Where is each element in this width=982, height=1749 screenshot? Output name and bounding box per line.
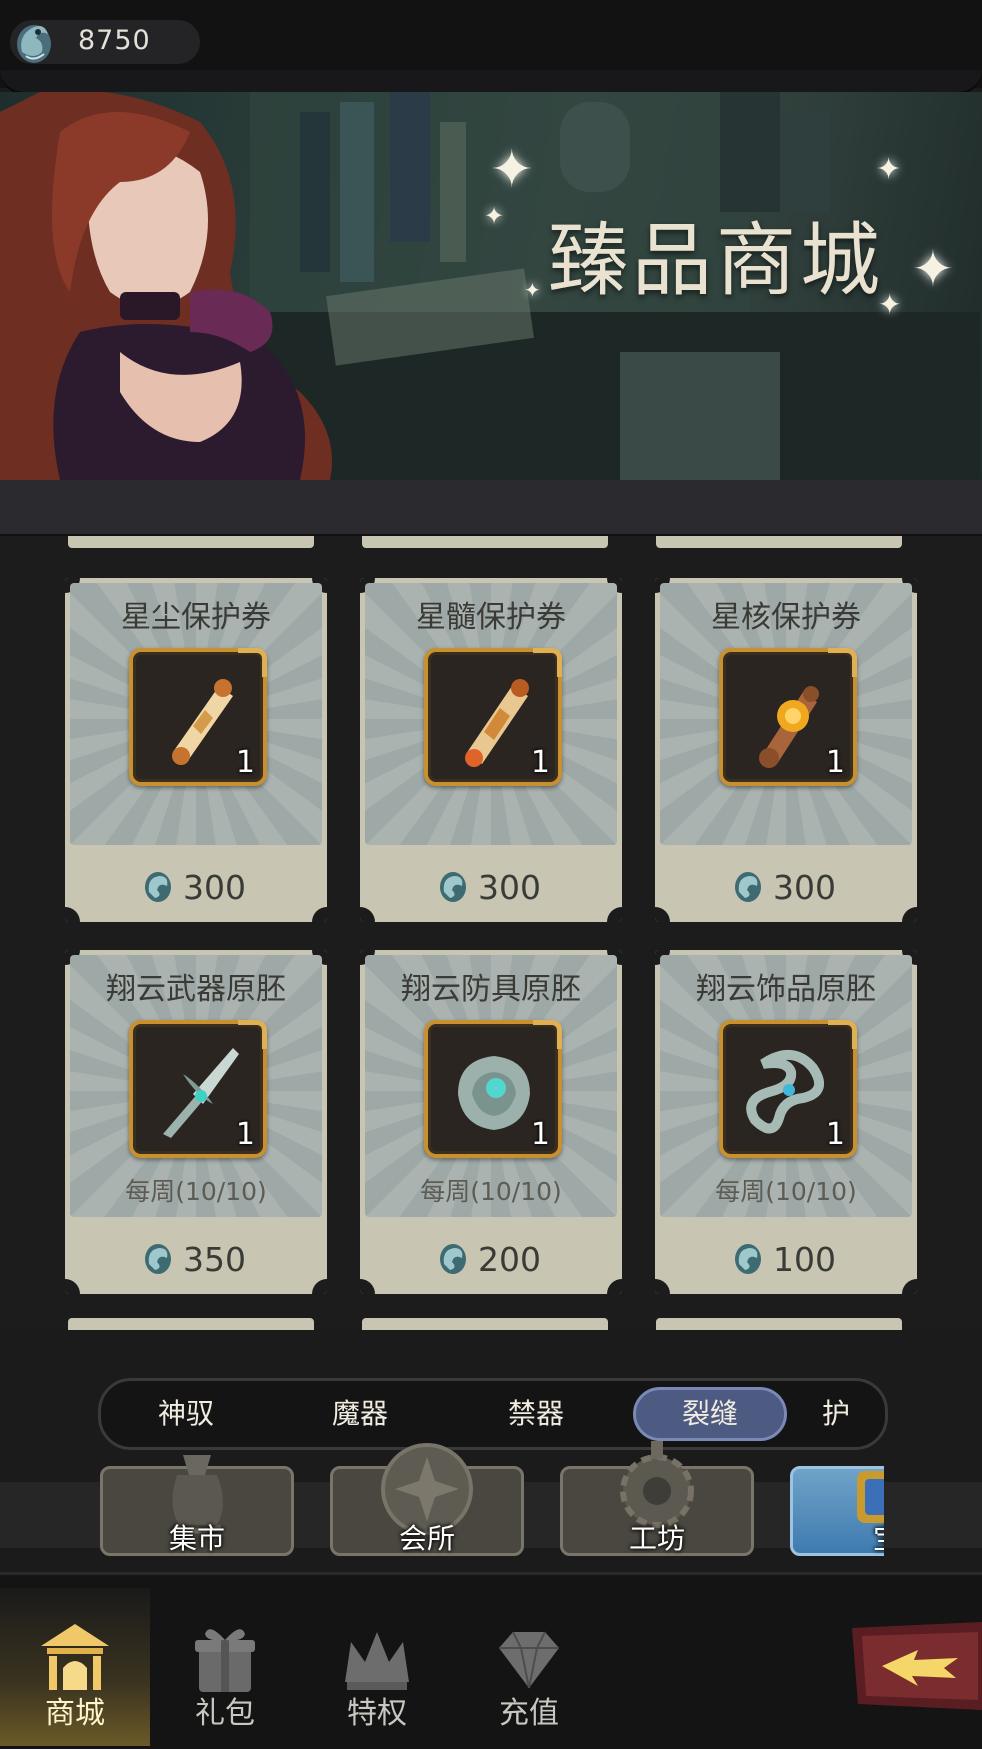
sparkle-icon: ✦: [524, 278, 541, 302]
item-quantity: 1: [825, 1117, 845, 1152]
top-bar: 8750: [0, 0, 982, 95]
item-quantity: 1: [530, 1117, 550, 1152]
nav-label: 特权: [347, 1696, 407, 1731]
nav-privilege[interactable]: 特权: [302, 1588, 452, 1746]
item-price: 100: [773, 1240, 836, 1279]
tab-label: 魔器: [331, 1397, 388, 1430]
card-peek-bottom: [656, 1318, 902, 1330]
dragon-coin-icon: [735, 872, 761, 902]
item-slot: 1: [424, 1020, 562, 1158]
card-peek-top: [656, 536, 902, 548]
item-name: 星髓保护券: [416, 600, 566, 635]
card-peek-top: [362, 536, 608, 548]
shop-item-card[interactable]: 星核保护券 1 300: [655, 578, 917, 922]
item-price: 300: [478, 868, 541, 907]
item-slot: 1: [719, 1020, 857, 1158]
tab-label: 护: [821, 1397, 850, 1430]
item-slot: 1: [129, 648, 267, 786]
shop-item-card[interactable]: 星尘保护券 1 300: [65, 578, 327, 922]
weekly-limit: 每周(10/10): [715, 1177, 857, 1206]
category-market[interactable]: 集市: [100, 1455, 294, 1556]
shop-item-card[interactable]: 翔云防具原胚 1 每周(10/10) 200: [360, 950, 622, 1294]
dragon-coin-icon: [145, 1244, 171, 1274]
nav-gift[interactable]: 礼包: [150, 1588, 300, 1746]
card-peek-top: [68, 536, 314, 548]
tab-label: 裂缝: [681, 1397, 738, 1430]
tab-label: 神驭: [157, 1397, 214, 1430]
tab-label: 禁器: [507, 1397, 564, 1430]
temple-icon: [41, 1624, 109, 1690]
tab-moqi[interactable]: 魔器: [275, 1381, 445, 1447]
item-name: 星核保护券: [711, 600, 861, 635]
item-name: 翔云武器原胚: [106, 972, 286, 1007]
category-workshop[interactable]: 工坊: [560, 1441, 754, 1556]
price-row: 100: [655, 1240, 917, 1280]
dragon-coin-icon: [145, 872, 171, 902]
dragon-coin-icon: [440, 872, 466, 902]
item-price: 350: [183, 1240, 246, 1279]
price-row: 300: [655, 868, 917, 908]
card-peek-bottom: [362, 1318, 608, 1330]
category-club[interactable]: 会所: [330, 1443, 524, 1556]
price-row: 300: [360, 868, 622, 908]
category-label: 集市: [168, 1522, 225, 1555]
price-row: 200: [360, 1240, 622, 1280]
item-quantity: 1: [235, 745, 255, 780]
tab-hu[interactable]: 护: [791, 1381, 881, 1447]
diamond-icon: [499, 1631, 559, 1689]
item-quantity: 1: [530, 745, 550, 780]
nav-label: 商城: [45, 1696, 105, 1731]
sparkle-icon: ✦: [490, 140, 534, 200]
nav-recharge[interactable]: 充值: [454, 1588, 604, 1746]
item-slot: 1: [424, 648, 562, 786]
item-price: 300: [773, 868, 836, 907]
dragon-coin-icon: [440, 1244, 466, 1274]
category-treasure[interactable]: 宝: [790, 1466, 884, 1556]
nav-shop[interactable]: 商城: [0, 1588, 150, 1746]
dragon-coin-icon: [17, 25, 51, 63]
sparkle-icon: ✦: [912, 240, 954, 298]
card-peek-bottom: [68, 1318, 314, 1330]
category-label: 会所: [398, 1522, 455, 1555]
sparkle-icon: ✦: [876, 152, 902, 187]
dragon-coin-icon: [735, 1244, 761, 1274]
weekly-limit: 每周(10/10): [125, 1177, 267, 1206]
shop-item-card[interactable]: 星髓保护券 1 300: [360, 578, 622, 922]
item-quantity: 1: [235, 1117, 255, 1152]
currency-amount: 8750: [78, 25, 151, 56]
tab-jinqi[interactable]: 禁器: [451, 1381, 621, 1447]
crown-icon: [345, 1632, 409, 1690]
nav-label: 充值: [499, 1696, 559, 1731]
category-scroller: 集市 会所 工坊 宝: [0, 1440, 884, 1570]
item-slot: 1: [719, 648, 857, 786]
nav-label: 礼包: [195, 1696, 255, 1731]
shop-banner: ✦ ✦ ✦ ✦ ✦ ✦ 臻品商城: [0, 92, 982, 480]
category-label: 工坊: [628, 1522, 685, 1555]
weekly-limit: 每周(10/10): [420, 1177, 562, 1206]
banner-divider-strip: [0, 480, 982, 536]
shop-item-card[interactable]: 翔云饰品原胚 1 每周(10/10) 100: [655, 950, 917, 1294]
category-label: 宝: [793, 1517, 884, 1557]
item-price: 300: [183, 868, 246, 907]
item-price: 200: [478, 1240, 541, 1279]
item-name: 星尘保护券: [121, 600, 271, 635]
item-slot: 1: [129, 1020, 267, 1158]
price-row: 350: [65, 1240, 327, 1280]
item-grid: 星尘保护券 1 300 星髓保护券 1 300 星核保护券 1 300 翔云武器…: [0, 536, 982, 1330]
price-row: 300: [65, 868, 327, 908]
gift-box-icon: [195, 1629, 255, 1692]
arrow-go-button[interactable]: [848, 1620, 982, 1712]
sparkle-icon: ✦: [484, 202, 505, 230]
item-name: 翔云防具原胚: [401, 972, 581, 1007]
item-quantity: 1: [825, 745, 845, 780]
banner-title: 臻品商城: [548, 214, 884, 307]
shop-item-card[interactable]: 翔云武器原胚 1 每周(10/10) 350: [65, 950, 327, 1294]
item-name: 翔云饰品原胚: [696, 972, 876, 1007]
tab-liefeng[interactable]: 裂缝: [625, 1381, 795, 1447]
tab-shenyu[interactable]: 神驭: [101, 1381, 271, 1447]
